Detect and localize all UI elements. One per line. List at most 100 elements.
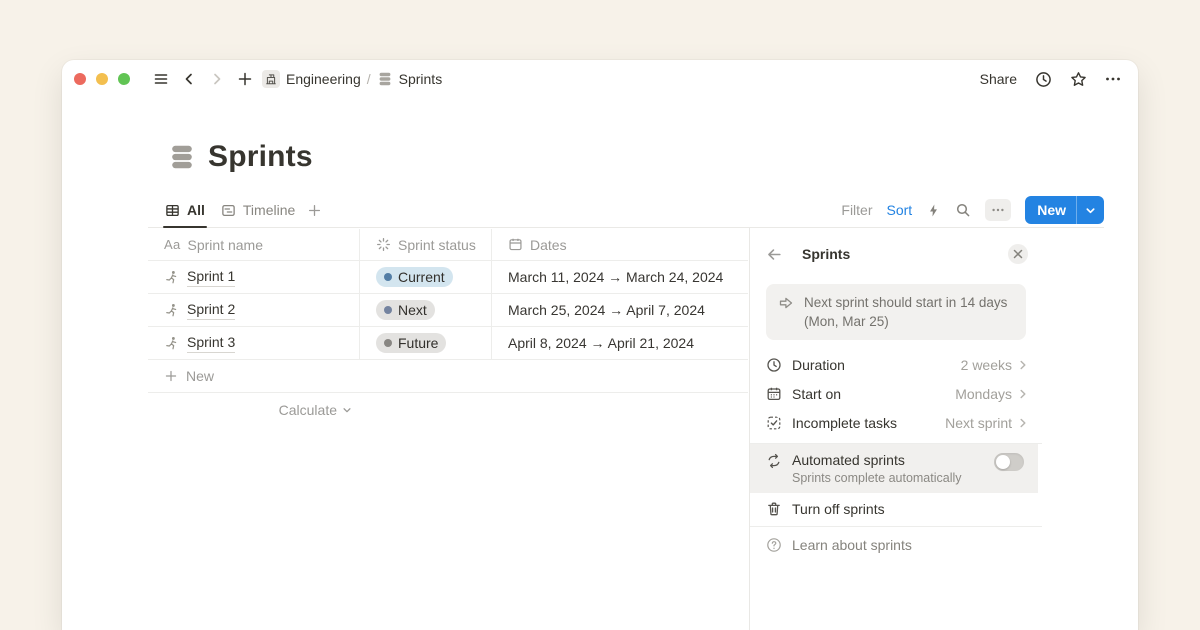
calculate-label: Calculate (279, 402, 337, 418)
setting-value: Next sprint (945, 415, 1012, 431)
setting-label: Duration (792, 357, 845, 373)
column-header-dates[interactable]: Dates (492, 229, 748, 260)
tab-all[interactable]: All (157, 193, 213, 227)
automated-sprints-toggle[interactable] (994, 453, 1024, 471)
breadcrumb: Engineering / Sprints (262, 70, 442, 88)
filter-button[interactable]: Filter (841, 202, 872, 218)
table-view-icon (165, 203, 180, 218)
turn-off-sprints-label: Turn off sprints (792, 501, 885, 517)
more-ellipsis-icon[interactable] (1104, 70, 1122, 88)
repeat-icon (766, 453, 792, 469)
sprint-name: Sprint 2 (187, 300, 235, 320)
breadcrumb-page[interactable]: Sprints (399, 71, 443, 87)
hamburger-menu-icon[interactable] (152, 70, 170, 88)
timeline-view-icon (221, 203, 236, 218)
tab-timeline[interactable]: Timeline (213, 193, 303, 227)
new-row-label: New (186, 368, 214, 384)
sprint-3-name-cell[interactable]: Sprint 3 (148, 327, 360, 359)
table-row: Sprint 3 Future April 8, 2024 → April 21… (148, 327, 748, 360)
notice-line1: Next sprint should start in 14 days (804, 295, 1007, 310)
clock-icon (766, 357, 792, 373)
automated-sprints-description: Sprints complete automatically (792, 471, 1022, 485)
calculate-button[interactable]: Calculate (148, 395, 360, 425)
panel-header: Sprints (750, 228, 1042, 280)
setting-start-on[interactable]: Start on Mondays (750, 379, 1042, 408)
page-title[interactable]: Sprints (208, 140, 313, 174)
view-options-ellipsis-icon[interactable] (985, 199, 1011, 221)
column-header-sprint-name[interactable]: Aa Sprint name (148, 229, 360, 260)
titlebar: Engineering / Sprints Share (62, 60, 1138, 98)
breadcrumb-workspace[interactable]: Engineering (286, 71, 361, 87)
search-icon[interactable] (955, 202, 971, 218)
table-row: Sprint 1 Current March 11, 2024 → March … (148, 261, 748, 294)
updates-clock-icon[interactable] (1034, 70, 1052, 88)
notice-line2: (Mon, Mar 25) (804, 314, 889, 329)
table-header-row: Aa Sprint name Sprint status Dates (148, 229, 748, 261)
new-page-plus-icon[interactable] (236, 70, 254, 88)
sprint-settings-panel: Sprints Next sprint should start in 14 d… (749, 228, 1042, 630)
status-dot (384, 339, 392, 347)
setting-incomplete-tasks[interactable]: Incomplete tasks Next sprint (750, 408, 1042, 437)
tab-timeline-label: Timeline (243, 202, 295, 218)
chevron-down-icon (342, 405, 352, 415)
close-icon[interactable] (1008, 244, 1028, 264)
next-sprint-notice: Next sprint should start in 14 days (Mon… (766, 284, 1026, 340)
status-badge: Future (376, 333, 446, 353)
new-button-label: New (1025, 202, 1076, 218)
minimize-window-button[interactable] (96, 73, 108, 85)
checkbox-dashed-icon (766, 415, 792, 431)
sprint-name: Sprint 3 (187, 333, 235, 353)
sprints-table: Aa Sprint name Sprint status Dates Sprin… (148, 229, 748, 425)
learn-about-sprints-link[interactable]: Learn about sprints (750, 527, 1042, 563)
zoom-window-button[interactable] (118, 73, 130, 85)
automated-sprints-row[interactable]: Automated sprints Sprints complete autom… (750, 444, 1038, 493)
app-window: Engineering / Sprints Share Sprints (62, 60, 1138, 630)
favorite-star-icon[interactable] (1069, 70, 1087, 88)
back-arrow-icon[interactable] (766, 246, 786, 263)
nav-back-icon[interactable] (180, 70, 198, 88)
automations-bolt-icon[interactable] (926, 203, 941, 218)
status-label: Next (398, 302, 427, 318)
sprint-1-dates-cell[interactable]: March 11, 2024 → March 24, 2024 (492, 261, 748, 293)
sprint-1-status-cell[interactable]: Current (360, 261, 492, 293)
chevron-right-icon (1018, 360, 1028, 370)
sprint-1-name-cell[interactable]: Sprint 1 (148, 261, 360, 293)
runner-icon (164, 336, 179, 351)
share-button[interactable]: Share (980, 71, 1017, 87)
status-badge: Next (376, 300, 435, 320)
runner-icon (164, 270, 179, 285)
new-button[interactable]: New (1025, 196, 1104, 224)
nav-forward-icon[interactable] (208, 70, 226, 88)
setting-label: Start on (792, 386, 841, 402)
column-header-sprint-status[interactable]: Sprint status (360, 229, 492, 260)
runner-icon (164, 303, 179, 318)
workspace-building-icon (262, 70, 280, 88)
sort-button[interactable]: Sort (887, 202, 913, 218)
automated-sprints-label: Automated sprints (792, 452, 905, 468)
setting-value: Mondays (955, 386, 1012, 402)
status-dot (384, 306, 392, 314)
sprint-2-status-cell[interactable]: Next (360, 294, 492, 326)
panel-title: Sprints (802, 246, 850, 262)
sprint-3-dates-cell[interactable]: April 8, 2024 → April 21, 2024 (492, 327, 748, 359)
new-dropdown-chevron-icon[interactable] (1077, 205, 1104, 216)
page-database-icon (168, 143, 196, 171)
close-window-button[interactable] (74, 73, 86, 85)
setting-duration[interactable]: Duration 2 weeks (750, 350, 1042, 379)
status-label: Current (398, 269, 445, 285)
turn-off-sprints-button[interactable]: Turn off sprints (750, 493, 1042, 525)
sprint-2-name-cell[interactable]: Sprint 2 (148, 294, 360, 326)
column-label: Dates (530, 237, 567, 253)
status-burst-icon (376, 237, 391, 252)
calendar-icon (508, 237, 523, 252)
new-row-button[interactable]: New (148, 360, 748, 393)
sprint-2-dates-cell[interactable]: March 25, 2024 → April 7, 2024 (492, 294, 748, 326)
breadcrumb-separator: / (367, 71, 371, 87)
question-circle-icon (766, 537, 782, 553)
add-view-plus-icon[interactable] (307, 203, 322, 218)
database-icon (377, 71, 393, 87)
status-dot (384, 273, 392, 281)
sprint-3-status-cell[interactable]: Future (360, 327, 492, 359)
trash-icon (766, 501, 782, 517)
calendar-icon (766, 386, 792, 402)
